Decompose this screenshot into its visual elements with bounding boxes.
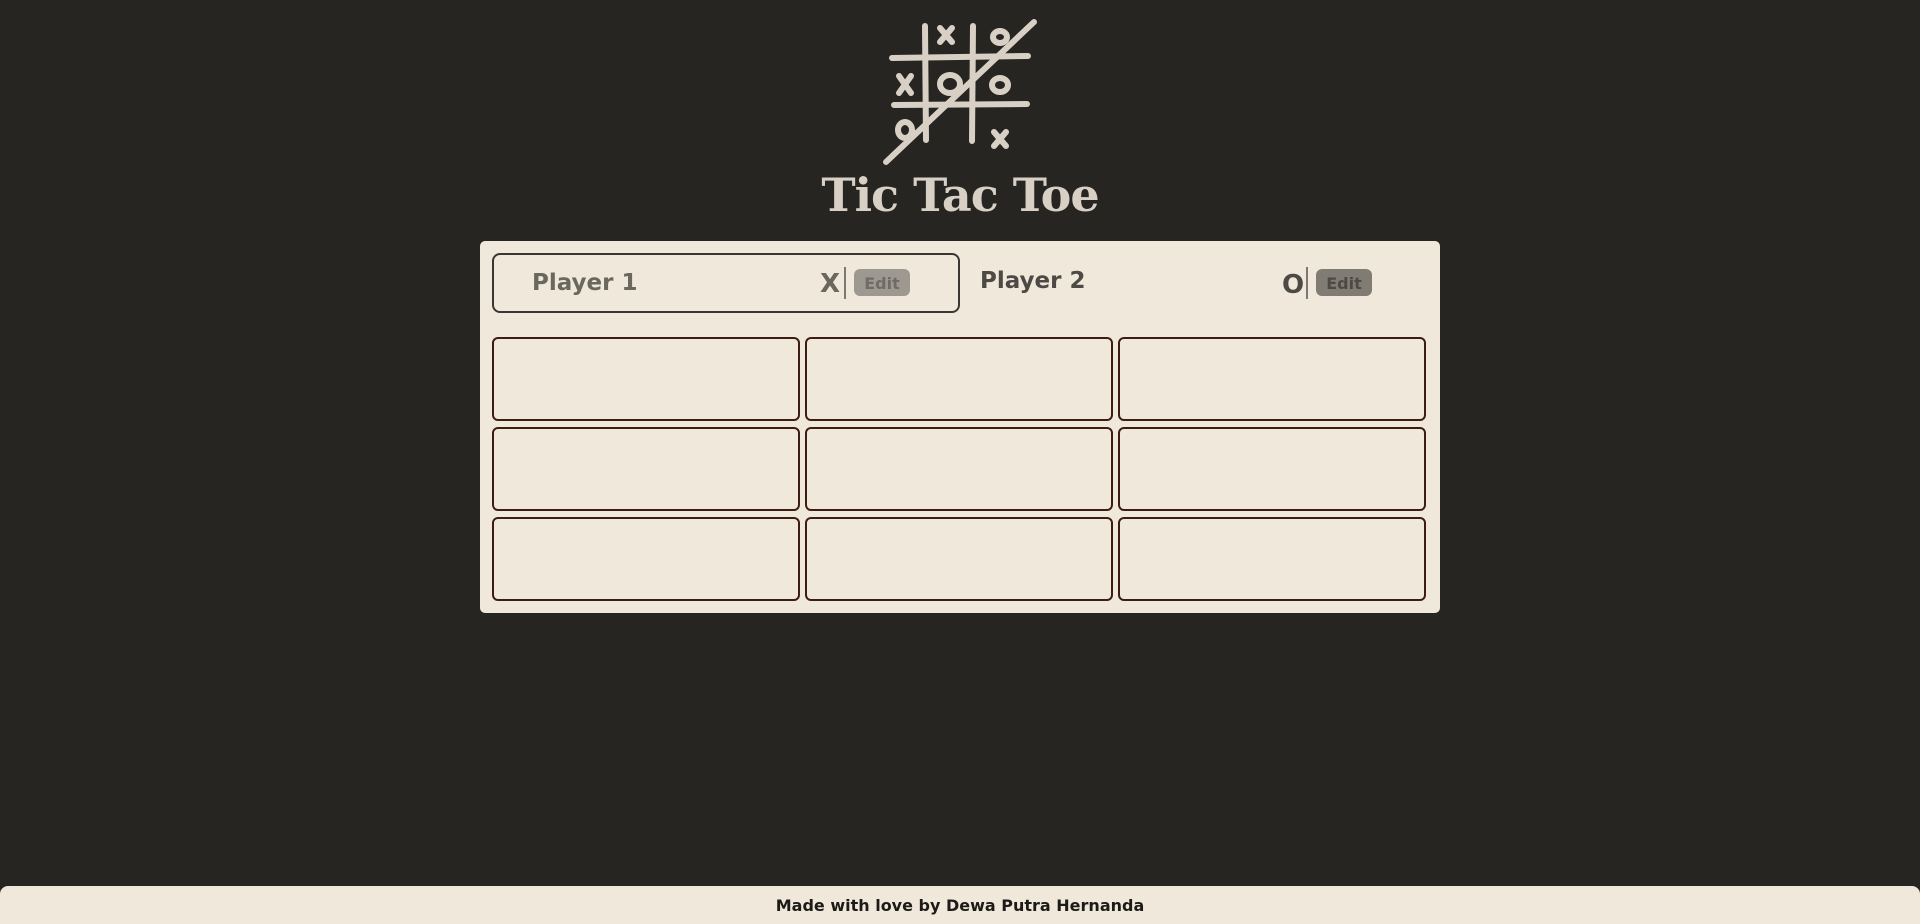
edit-player-2-button[interactable]: Edit [1316,269,1372,296]
player-1-divider [844,267,846,299]
page-title: Tic Tac Toe [821,168,1099,222]
board-cell-9[interactable] [1118,517,1426,601]
app-page: Tic Tac Toe Player 1 X Edit Player 2 O E… [0,0,1920,924]
board-cell-8[interactable] [805,517,1113,601]
board-cell-1[interactable] [492,337,800,421]
footer-text: Made with love by Dewa Putra Hernanda [775,896,1145,915]
board-cell-4[interactable] [492,427,800,511]
player-2-divider [1306,267,1308,299]
board-cell-2[interactable] [805,337,1113,421]
player-2-card: Player 2 O Edit [964,253,1432,313]
edit-player-1-button[interactable]: Edit [854,269,910,296]
board-cell-7[interactable] [492,517,800,601]
game-board [492,337,1428,601]
board-cell-6[interactable] [1118,427,1426,511]
player-1-card: Player 1 X Edit [492,253,960,313]
game-panel: Player 1 X Edit Player 2 O Edit [480,241,1440,613]
tic-tac-toe-logo-icon [883,19,1037,165]
player-1-symbol: X [820,269,841,299]
player-1-name: Player 1 [532,270,638,296]
board-cell-5[interactable] [805,427,1113,511]
player-2-symbol: O [1282,270,1305,300]
footer: Made with love by Dewa Putra Hernanda [0,886,1920,924]
board-cell-3[interactable] [1118,337,1426,421]
player-2-name: Player 2 [980,268,1086,294]
